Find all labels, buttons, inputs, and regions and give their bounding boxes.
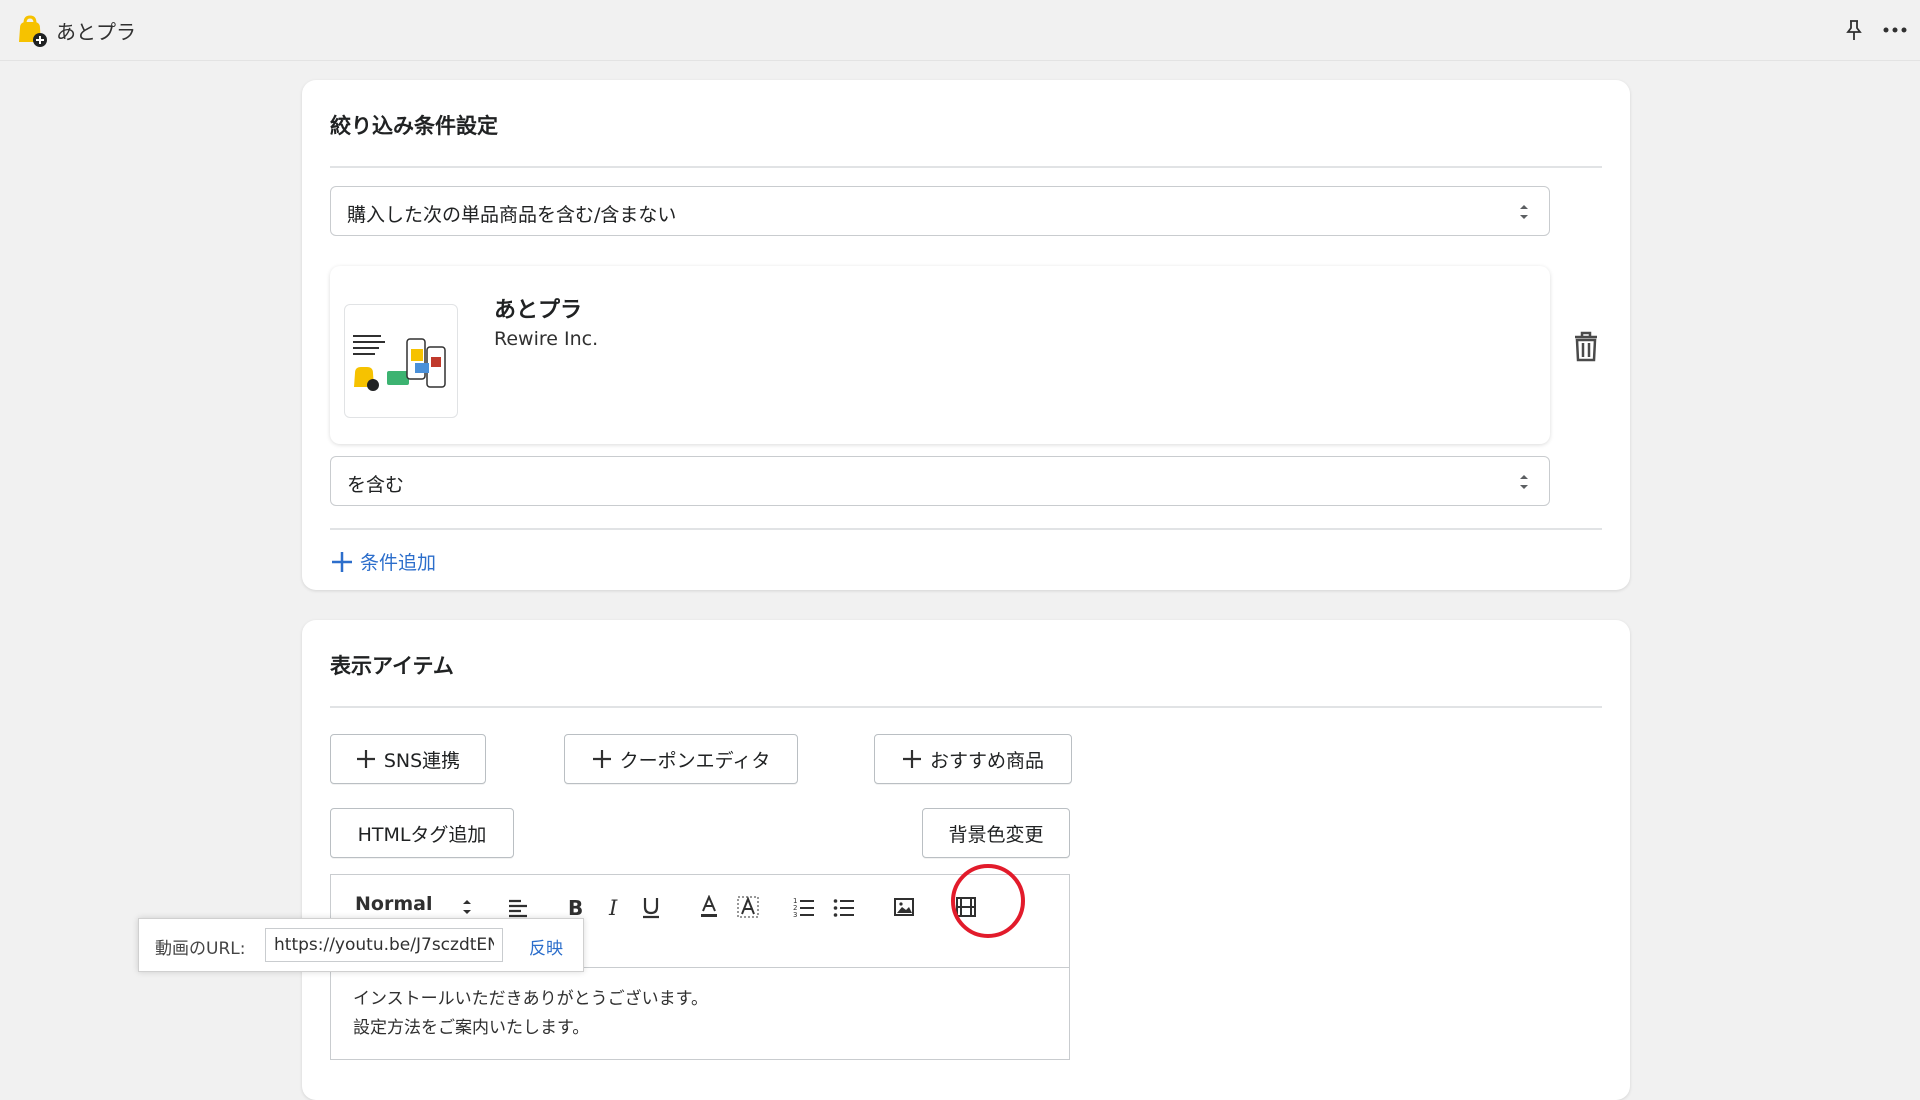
more-options-icon[interactable]	[1880, 18, 1910, 42]
add-html-tag-button[interactable]: HTMLタグ追加	[330, 808, 514, 858]
bold-icon[interactable]: B	[567, 895, 585, 919]
change-bg-color-label: 背景色変更	[948, 823, 1044, 846]
add-sns-label: SNS連携	[383, 749, 461, 772]
format-caret-icon	[463, 900, 471, 914]
plus-icon	[332, 551, 352, 572]
selected-product-card: あとプラ Rewire Inc.	[330, 266, 1550, 444]
app-title: あとプラ	[56, 20, 136, 44]
underline-icon[interactable]	[641, 895, 661, 919]
product-vendor: Rewire Inc.	[494, 328, 599, 350]
top-bar: あとプラ	[0, 0, 1920, 61]
include-select[interactable]: を含む	[330, 456, 1550, 506]
add-html-tag-label: HTMLタグ追加	[357, 823, 487, 846]
video-button-highlight	[951, 864, 1025, 938]
plus-icon	[902, 750, 921, 768]
editor-line: インストールいただきありがとうございます。	[353, 989, 708, 1009]
add-coupon-label: クーポンエディタ	[619, 749, 771, 772]
editor-content[interactable]: インストールいただきありがとうございます。 設定方法をご案内いたします。	[353, 985, 708, 1043]
plus-icon	[356, 750, 375, 768]
add-sns-button[interactable]: SNS連携	[330, 734, 486, 784]
background-color-icon[interactable]	[737, 895, 759, 919]
image-icon[interactable]	[893, 895, 915, 919]
video-url-label: 動画のURL:	[155, 939, 246, 959]
svg-text:I: I	[608, 896, 618, 919]
product-thumbnail	[344, 304, 458, 418]
condition-type-select[interactable]: 購入した次の単品商品を含む/含まない	[330, 186, 1550, 236]
format-select-value: Normal	[355, 893, 433, 915]
include-value: を含む	[347, 474, 405, 496]
video-url-tooltip: 動画のURL: 反映	[138, 918, 584, 972]
align-icon[interactable]	[507, 895, 529, 919]
trash-icon[interactable]	[1572, 330, 1600, 362]
bullet-list-icon[interactable]	[833, 895, 855, 919]
display-items-card: 表示アイテム SNS連携 クーポンエディタ おすすめ商品 HTMLタグ追加 背景…	[302, 620, 1630, 1100]
select-caret-icon	[1520, 475, 1528, 489]
display-card-title: 表示アイテム	[330, 654, 454, 678]
app-logo-icon	[19, 15, 47, 47]
divider	[330, 166, 1602, 168]
apply-link[interactable]: 反映	[529, 934, 563, 959]
divider	[330, 528, 1602, 530]
video-url-input[interactable]	[265, 928, 503, 962]
select-caret-icon	[1520, 205, 1528, 219]
filter-card-title: 絞り込み条件設定	[330, 114, 498, 138]
plus-icon	[592, 750, 611, 768]
condition-type-value: 購入した次の単品商品を含む/含まない	[347, 204, 677, 226]
svg-text:B: B	[568, 896, 583, 919]
divider	[330, 706, 1602, 708]
product-name: あとプラ	[494, 298, 583, 323]
add-recommended-button[interactable]: おすすめ商品	[874, 734, 1072, 784]
format-select[interactable]: Normal	[355, 893, 432, 917]
add-coupon-editor-button[interactable]: クーポンエディタ	[564, 734, 798, 784]
ordered-list-icon[interactable]: 1 2 3	[793, 895, 815, 919]
font-color-icon[interactable]	[699, 895, 719, 919]
italic-icon[interactable]: I	[607, 895, 623, 919]
filter-conditions-card: 絞り込み条件設定 購入した次の単品商品を含む/含まない あとプラ Rewire …	[302, 80, 1630, 590]
add-condition-label: 条件追加	[360, 552, 437, 574]
editor-line: 設定方法をご案内いたします。	[353, 1018, 590, 1038]
change-bg-color-button[interactable]: 背景色変更	[922, 808, 1070, 858]
add-condition-link[interactable]: 条件追加	[330, 548, 436, 575]
add-recommended-label: おすすめ商品	[929, 749, 1044, 772]
pin-icon[interactable]	[1842, 18, 1866, 42]
svg-text:3: 3	[793, 911, 797, 919]
